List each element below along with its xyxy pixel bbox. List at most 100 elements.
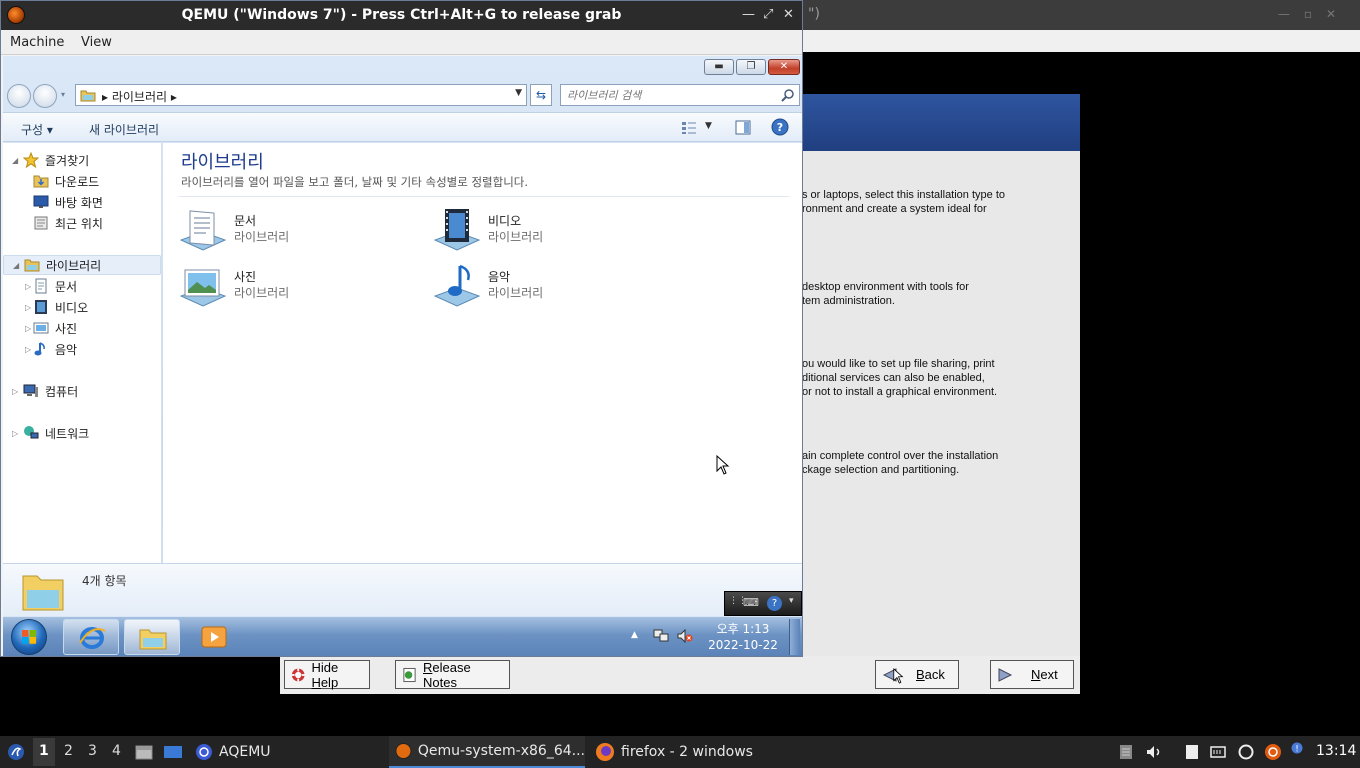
help-line: ou would like to set up file sharing, pr… bbox=[802, 358, 995, 370]
lifebuoy-icon bbox=[291, 668, 305, 681]
firefox-icon bbox=[596, 743, 614, 761]
menu-view[interactable]: View bbox=[81, 35, 112, 50]
workspace-2[interactable]: 2 bbox=[64, 743, 73, 759]
background-window-title: ") bbox=[808, 6, 820, 22]
start-button[interactable] bbox=[11, 619, 47, 655]
pictures-library-icon bbox=[179, 269, 227, 307]
maximize-icon[interactable]: ⤢ bbox=[763, 7, 773, 22]
media-player-icon[interactable] bbox=[201, 626, 227, 648]
library-item-documents[interactable]: 문서 라이브러리 bbox=[179, 206, 399, 256]
expand-icon[interactable]: ▷ bbox=[25, 282, 31, 291]
address-bar[interactable]: ▸ 라이브러리 ▸ ▼ bbox=[75, 84, 527, 106]
workspace-4[interactable]: 4 bbox=[112, 743, 121, 759]
library-item-music[interactable]: 음악 라이브러리 bbox=[433, 262, 653, 312]
forward-nav-button[interactable] bbox=[33, 84, 57, 108]
notification-icon[interactable]: ! bbox=[1291, 742, 1303, 754]
minimize-icon[interactable]: — bbox=[742, 7, 755, 22]
document-tray-icon[interactable] bbox=[1184, 744, 1200, 760]
expand-icon[interactable]: ▷ bbox=[12, 429, 18, 438]
langbar-help-icon[interactable]: ? bbox=[767, 596, 782, 611]
nav-desktop[interactable]: 바탕 화면 bbox=[3, 192, 161, 212]
library-item-videos[interactable]: 비디오 라이브러리 bbox=[433, 206, 653, 256]
language-bar[interactable]: ⋮⋮ ⌨ ? ▾ bbox=[724, 591, 802, 616]
preview-pane-icon[interactable] bbox=[735, 120, 751, 135]
help-line: desktop environment with tools for bbox=[802, 281, 969, 293]
nav-videos[interactable]: ▷ 비디오 bbox=[3, 297, 161, 317]
release-notes-button[interactable]: Release Notes bbox=[395, 660, 510, 690]
help-line: s or laptops, select this installation t… bbox=[802, 189, 1005, 201]
workspace-3[interactable]: 3 bbox=[88, 743, 97, 759]
explorer-close-button[interactable]: ✕ bbox=[768, 59, 800, 75]
back-button[interactable]: Back bbox=[875, 660, 959, 689]
show-hidden-icons[interactable]: ▲ bbox=[631, 630, 638, 640]
system-clock[interactable]: 오후 1:13 2022-10-22 bbox=[703, 621, 783, 653]
document-icon bbox=[403, 667, 416, 682]
libraries-icon bbox=[24, 259, 40, 272]
volume-muted-icon[interactable] bbox=[677, 629, 693, 643]
nav-favorites[interactable]: ◢ 즐겨찾기 bbox=[3, 150, 161, 170]
expand-icon[interactable]: ▷ bbox=[25, 303, 31, 312]
search-box[interactable] bbox=[560, 84, 800, 106]
host-panel: 1 2 3 4 AQEMU Qemu-system-x86_64... fire… bbox=[0, 736, 1360, 768]
update-icon[interactable] bbox=[1264, 743, 1282, 761]
address-dropdown-icon[interactable]: ▼ bbox=[515, 88, 522, 98]
nav-libraries[interactable]: ◢ 라이브러리 bbox=[3, 255, 161, 275]
sync-icon[interactable] bbox=[1238, 744, 1254, 760]
breadcrumb[interactable]: ▸ 라이브러리 ▸ bbox=[102, 88, 177, 105]
expand-icon[interactable]: ◢ bbox=[12, 156, 18, 165]
new-library-button[interactable]: 새 라이브러리 bbox=[89, 121, 159, 138]
show-desktop-button[interactable] bbox=[789, 619, 800, 655]
volume-icon[interactable] bbox=[1146, 744, 1162, 760]
network-tray-icon[interactable] bbox=[1210, 744, 1226, 760]
launcher-aqemu[interactable]: AQEMU bbox=[195, 736, 271, 768]
keyboard-icon[interactable]: ⌨ bbox=[743, 596, 759, 609]
file-manager-icon[interactable] bbox=[135, 744, 153, 760]
search-input[interactable] bbox=[567, 87, 767, 103]
taskbar-internet-explorer[interactable] bbox=[63, 619, 119, 655]
nav-pictures[interactable]: ▷ 사진 bbox=[3, 318, 161, 338]
close-icon[interactable]: ✕ bbox=[783, 7, 794, 22]
mouse-cursor-icon bbox=[893, 668, 904, 684]
network-tray-icon[interactable] bbox=[653, 629, 669, 643]
nav-downloads[interactable]: 다운로드 bbox=[3, 171, 161, 191]
recent-pages-dropdown-icon[interactable]: ▾ bbox=[61, 90, 65, 99]
library-item-pictures[interactable]: 사진 라이브러리 bbox=[179, 262, 399, 312]
langbar-options-icon[interactable]: ▾ bbox=[789, 596, 794, 606]
explorer-minimize-button[interactable]: ▬ bbox=[704, 59, 734, 75]
content-pane: 라이브러리 라이브러리를 열어 파일을 보고 폴더, 날짜 및 기타 속성별로 … bbox=[163, 143, 802, 563]
nav-computer[interactable]: ▷ 컴퓨터 bbox=[3, 381, 161, 401]
clipboard-icon[interactable] bbox=[1118, 744, 1134, 760]
explorer-restore-button[interactable]: ❐ bbox=[736, 59, 766, 75]
nav-network[interactable]: ▷ 네트워크 bbox=[3, 423, 161, 443]
nav-documents-label: 문서 bbox=[55, 279, 78, 294]
help-icon[interactable]: ? bbox=[771, 118, 789, 136]
nav-recent-places[interactable]: 최근 위치 bbox=[3, 213, 161, 233]
expand-icon[interactable]: ▷ bbox=[12, 387, 18, 396]
search-icon bbox=[781, 89, 794, 102]
task-firefox[interactable]: firefox - 2 windows bbox=[595, 736, 753, 768]
task-qemu[interactable]: Qemu-system-x86_64... bbox=[389, 736, 585, 768]
host-clock[interactable]: 13:14 bbox=[1316, 743, 1356, 759]
refresh-button[interactable]: ⇆ bbox=[530, 84, 552, 106]
app-menu-icon[interactable] bbox=[7, 743, 25, 761]
navigation-row: ▾ ▸ 라이브러리 ▸ ▼ ⇆ bbox=[3, 80, 802, 110]
next-button[interactable]: Next bbox=[990, 660, 1074, 689]
expand-icon[interactable]: ▷ bbox=[25, 345, 31, 354]
next-label: Next bbox=[1031, 667, 1058, 682]
nav-documents[interactable]: ▷ 문서 bbox=[3, 276, 161, 296]
nav-libraries-label: 라이브러리 bbox=[46, 258, 102, 273]
hide-help-button[interactable]: Hide Help bbox=[284, 660, 370, 690]
back-nav-button[interactable] bbox=[7, 84, 31, 108]
nav-music[interactable]: ▷ 음악 bbox=[3, 339, 161, 359]
svg-text:!: ! bbox=[1295, 745, 1299, 755]
view-dropdown-icon[interactable]: ▼ bbox=[705, 121, 712, 131]
qemu-titlebar[interactable]: QEMU ("Windows 7") - Press Ctrl+Alt+G to… bbox=[1, 1, 802, 30]
menu-machine[interactable]: Machine bbox=[10, 35, 64, 50]
show-desktop-icon[interactable] bbox=[163, 744, 183, 760]
expand-icon[interactable]: ▷ bbox=[25, 324, 31, 333]
view-options-icon[interactable] bbox=[681, 121, 697, 135]
expand-icon[interactable]: ◢ bbox=[13, 261, 19, 270]
workspace-1[interactable]: 1 bbox=[39, 743, 49, 759]
taskbar-explorer[interactable] bbox=[124, 619, 180, 655]
organize-menu[interactable]: 구성 ▾ bbox=[21, 121, 53, 138]
